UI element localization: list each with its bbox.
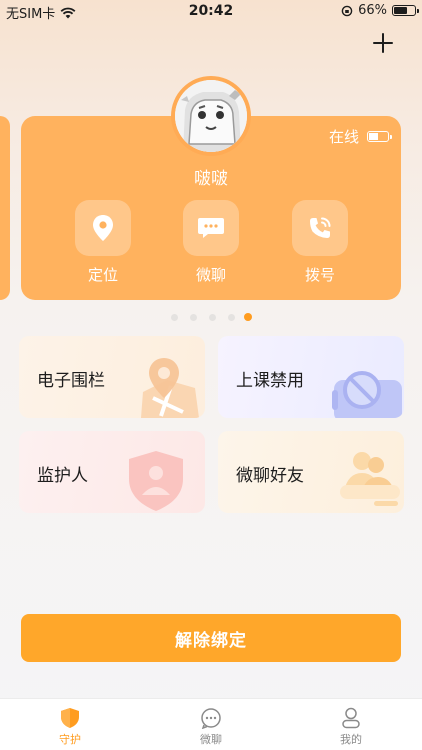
chat-icon xyxy=(201,708,221,729)
no-tv-icon xyxy=(332,371,402,418)
add-device-button[interactable] xyxy=(372,32,394,54)
shield-icon xyxy=(61,708,79,728)
device-avatar[interactable] xyxy=(171,76,251,156)
map-pin-icon xyxy=(141,358,199,418)
pager-dot[interactable] xyxy=(190,314,197,321)
profile-icon xyxy=(342,707,360,729)
tab-bar: 守护 微聊 我的 xyxy=(0,698,422,750)
tab-profile-label: 我的 xyxy=(340,733,362,746)
carousel-pager[interactable] xyxy=(0,313,422,323)
phone-icon xyxy=(310,217,331,238)
guardian-label: 监护人 xyxy=(37,466,88,486)
chat-friends-tile[interactable]: 微聊好友 xyxy=(218,431,404,513)
chat-bubble-icon xyxy=(198,218,224,238)
locate-label: 定位 xyxy=(87,266,118,284)
class-mode-label: 上课禁用 xyxy=(236,371,304,391)
locate-button[interactable]: 定位 xyxy=(63,200,143,285)
dial-label: 拨号 xyxy=(304,266,335,284)
shield-user-icon xyxy=(129,451,183,511)
pager-dot[interactable] xyxy=(209,314,216,321)
device-battery-icon xyxy=(367,131,392,142)
pager-dot-active[interactable] xyxy=(244,313,252,321)
tab-guard-label: 守护 xyxy=(59,733,81,746)
avatar-image xyxy=(175,80,247,152)
tab-guard[interactable]: 守护 xyxy=(30,707,110,747)
tab-profile[interactable]: 我的 xyxy=(311,707,391,747)
geofence-tile[interactable]: 电子围栏 xyxy=(19,336,205,418)
device-name: 啵啵 xyxy=(194,169,228,189)
chat-button[interactable]: 微聊 xyxy=(171,200,251,285)
pager-dot[interactable] xyxy=(228,314,235,321)
status-bar: 无SIM卡 20:42 66% xyxy=(0,0,422,24)
friends-icon xyxy=(340,452,400,506)
battery-percent: 66% xyxy=(358,3,387,18)
location-pin-icon xyxy=(93,215,113,241)
chat-label: 微聊 xyxy=(195,266,226,284)
class-mode-tile[interactable]: 上课禁用 xyxy=(218,336,404,418)
battery-icon xyxy=(392,5,419,16)
tab-chat-label: 微聊 xyxy=(200,733,222,746)
dial-button[interactable]: 拨号 xyxy=(280,200,360,285)
guardian-tile[interactable]: 监护人 xyxy=(19,431,205,513)
pager-dot[interactable] xyxy=(171,314,178,321)
previous-device-card[interactable] xyxy=(0,116,10,300)
tab-chat[interactable]: 微聊 xyxy=(171,707,251,747)
chat-friends-label: 微聊好友 xyxy=(236,466,304,486)
rotation-lock-icon xyxy=(341,5,353,16)
geofence-label: 电子围栏 xyxy=(37,371,105,391)
online-status: 在线 xyxy=(328,128,359,146)
unbind-button[interactable]: 解除绑定 xyxy=(21,614,401,662)
